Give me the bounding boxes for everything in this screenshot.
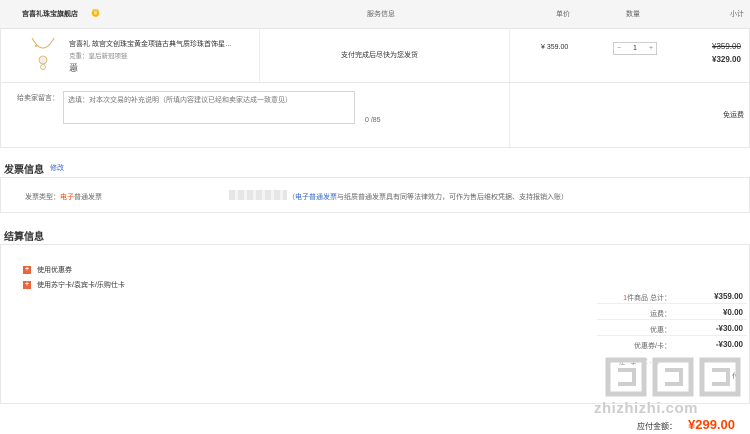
divider: [509, 28, 510, 82]
settlement-section-title: 结算信息: [4, 232, 44, 243]
col-subtotal-header: 小计: [730, 11, 744, 18]
subtotal: ¥329.00: [712, 55, 741, 64]
use-coupon-option[interactable]: + 使用优惠券: [23, 265, 72, 275]
invoice-row: 发票类型：电子普通发票 （电子普通发票与纸质普通发票具有同等法律效力，可作为售后…: [0, 177, 750, 213]
product-thumbnail[interactable]: [28, 36, 58, 72]
use-card-option[interactable]: + 使用苏宁卡/袁宾卡/乐购仕卡: [23, 280, 125, 290]
quantity-plus-button[interactable]: +: [646, 45, 656, 52]
seller-message-input[interactable]: [63, 91, 355, 124]
store-name[interactable]: 宫喜礼珠宝旗舰店: [22, 9, 78, 19]
col-service-header: 服务信息: [367, 11, 395, 18]
service-info: 支付完成后尽快为您发货: [341, 52, 418, 59]
original-subtotal: ¥359.00: [712, 42, 741, 51]
coupon-label: 优惠券/卡：: [634, 343, 671, 350]
shipping-label: 运费：: [650, 311, 671, 318]
quantity-value[interactable]: 1: [630, 45, 640, 52]
divider: [597, 335, 747, 336]
shipping-info: 免运费: [723, 112, 744, 119]
use-coupon-label: 使用优惠券: [37, 267, 72, 274]
invoice-type-value: 普通发票: [74, 194, 102, 201]
payable-amount: ¥299.00: [688, 417, 735, 432]
divider: [259, 28, 260, 82]
coupon-value: -¥30.00: [715, 340, 743, 349]
product-name[interactable]: 宫喜礼 故宫文创珠宝黄金项链古典气质珍珠首饰星…: [69, 39, 251, 49]
invoice-note-text: 与纸质普通发票具有同等法律效力，可作为售后维权凭据、支持报销入账）: [337, 194, 568, 201]
blurred-invoice-title: [229, 190, 287, 200]
invoice-type-label: 发票类型：: [25, 194, 60, 201]
use-card-label: 使用苏宁卡/袁宾卡/乐购仕卡: [37, 282, 125, 289]
product-badge-icon: 㥯: [69, 63, 79, 73]
store-badge-icon: [91, 8, 100, 17]
quantity-stepper: − 1 +: [613, 42, 657, 55]
product-spec: 克重：皇后新冠项链: [69, 53, 128, 60]
item-count-label: 件商品 总计：: [627, 295, 671, 302]
invoice-note-paren: （: [288, 194, 295, 201]
watermark-logo-icon: [605, 357, 741, 397]
message-char-counter: 0 /85: [365, 117, 381, 124]
invoice-note: （电子普通发票与纸质普通发票具有同等法律效力，可作为售后维权凭据、支持报销入账）: [288, 192, 568, 202]
summary-total: ¥359.00: [714, 292, 743, 301]
cart-header: 宫喜礼珠宝旗舰店 服务信息 单价 数量 小计: [0, 0, 750, 29]
quantity-minus-button[interactable]: −: [614, 45, 624, 52]
col-price-header: 单价: [556, 11, 570, 18]
product-row: 宫喜礼 故宫文创珠宝黄金项链古典气质珍珠首饰星… 克重：皇后新冠项链 㥯 支付完…: [0, 28, 750, 83]
e-invoice-link[interactable]: 电子普通发票: [295, 194, 337, 201]
seller-message-label: 给卖家留言：: [17, 95, 59, 102]
invoice-type: 发票类型：电子普通发票: [25, 192, 102, 202]
expand-plus-icon: +: [23, 281, 31, 289]
invoice-type-highlight: 电子: [60, 194, 74, 201]
payable-label: 应付金额：: [637, 422, 677, 431]
watermark-text: zhizhizhi.com: [594, 400, 698, 417]
invoice-edit-link[interactable]: 修改: [50, 163, 64, 173]
col-qty-header: 数量: [626, 11, 640, 18]
divider: [597, 303, 747, 304]
summary-count: 1件商品 总计：: [623, 293, 671, 303]
shipping-value: ¥0.00: [722, 308, 743, 317]
discount-label: 优惠：: [650, 327, 671, 334]
unit-price: ¥ 359.00: [541, 44, 569, 51]
expand-plus-icon: +: [23, 266, 31, 274]
divider: [597, 319, 747, 320]
seller-message-row: 给卖家留言： 0 /85 免运费: [0, 83, 750, 148]
divider: [509, 83, 510, 147]
invoice-section-title: 发票信息: [4, 165, 44, 176]
discount-value: -¥30.00: [715, 324, 743, 333]
